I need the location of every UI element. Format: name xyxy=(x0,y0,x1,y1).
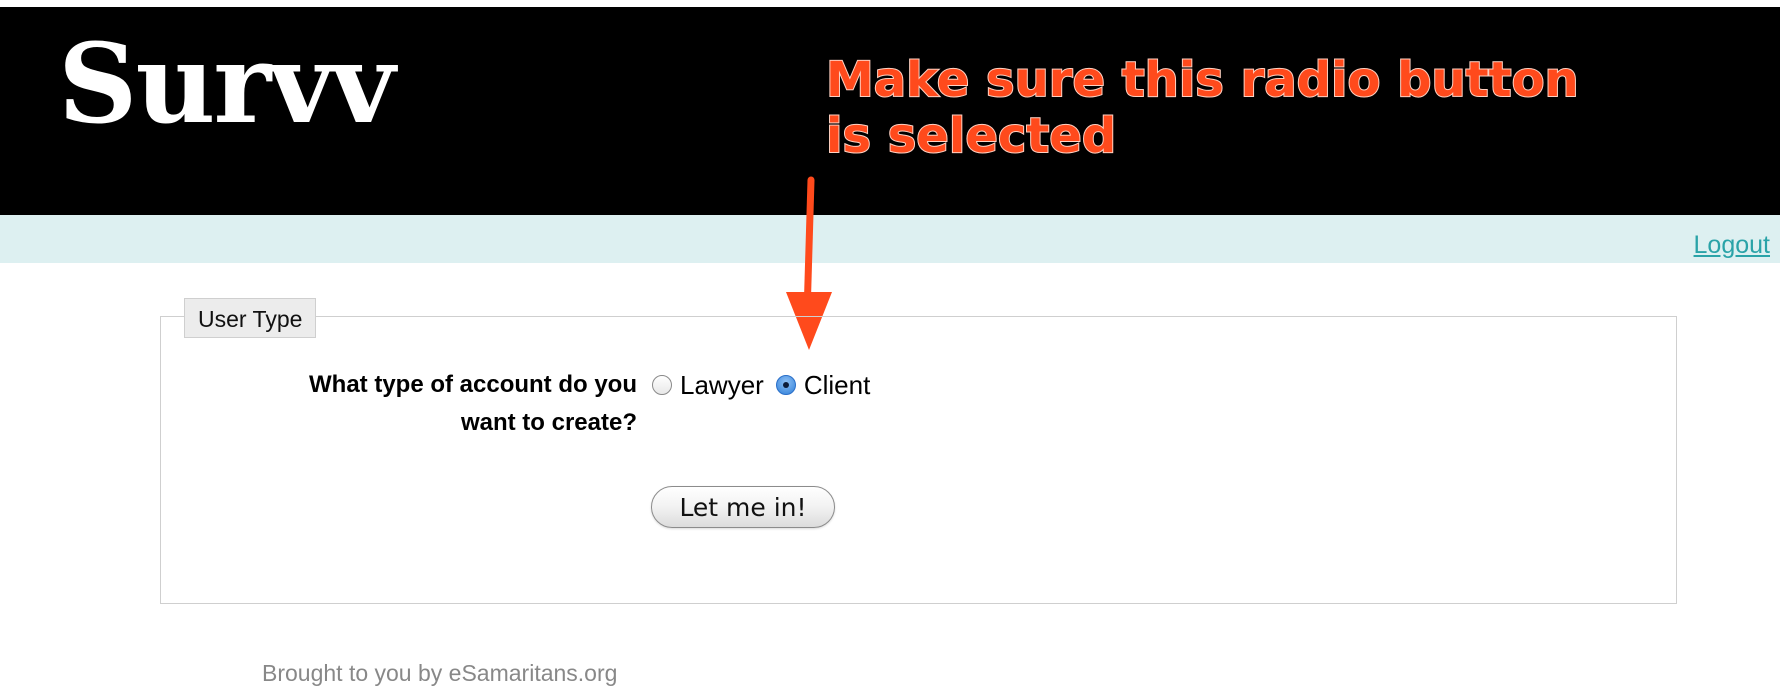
client-radio[interactable] xyxy=(775,375,796,395)
question-line-2: want to create? xyxy=(460,409,637,436)
client-radio-label[interactable]: Client xyxy=(804,370,870,401)
page: Survv Make sure this radio button is sel… xyxy=(0,0,1780,688)
lawyer-radio[interactable] xyxy=(652,375,672,395)
annotation-callout: Make sure this radio button is selected xyxy=(825,51,1580,165)
fieldset-legend: User Type xyxy=(184,298,317,338)
site-logo: Survv xyxy=(58,19,395,148)
annotation-line-1: Make sure this radio button xyxy=(825,51,1580,109)
let-me-in-button[interactable]: Let me in! xyxy=(651,486,835,528)
account-type-question: What type of account do you want to crea… xyxy=(177,366,637,442)
nav-bar xyxy=(0,215,1780,263)
footer-credit: Brought to you by eSamaritans.org xyxy=(262,660,618,686)
logout-link[interactable]: Logout xyxy=(1694,231,1770,260)
lawyer-radio-label[interactable]: Lawyer xyxy=(680,370,764,401)
question-line-1: What type of account do you xyxy=(309,371,637,398)
user-type-fieldset xyxy=(160,316,1677,604)
account-type-radio-group: Lawyer Client xyxy=(652,366,882,404)
annotation-line-2: is selected xyxy=(825,107,1117,165)
